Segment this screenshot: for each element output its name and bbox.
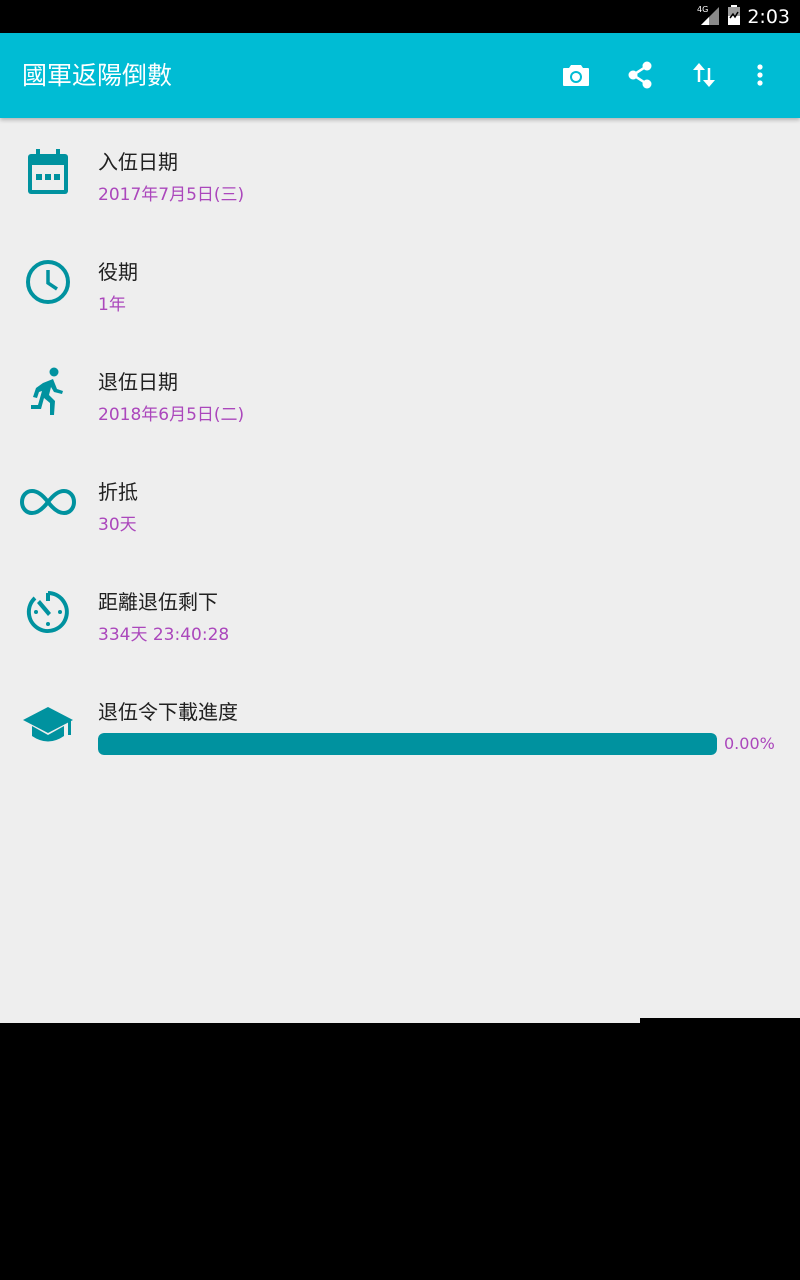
item-title: 退伍日期 [98,370,178,394]
item-value: 2017年7月5日(三) [98,185,245,205]
list-item-enlistment-date[interactable]: 入伍日期 2017年7月5日(三) [0,118,800,228]
timer-icon [20,584,76,640]
item-value: 30天 [98,515,137,535]
infinity-icon [20,474,76,530]
network-label: 4G [697,5,708,14]
list-item-offset[interactable]: 折抵 30天 [0,448,800,558]
camera-icon [563,65,589,86]
status-time: 2:03 [747,5,790,28]
list-item-time-remaining[interactable]: 距離退伍剩下 334天 23:40:28 [0,558,800,668]
item-value: 1年 [98,295,126,315]
item-title: 役期 [98,260,138,284]
item-title: 退伍令下載進度 [98,700,238,724]
screen-edge [640,1018,800,1030]
battery-icon [727,4,741,30]
screen: 4G 2:03 國軍返陽倒數 入伍日期 2017年7月5日(三) 役期 1年 退… [0,0,800,1280]
calendar-icon [20,144,76,200]
more-vert-icon [757,64,763,86]
graduation-cap-icon [20,698,76,754]
app-bar: 國軍返陽倒數 [0,33,800,118]
item-title: 距離退伍剩下 [98,590,218,614]
list-item-discharge-date[interactable]: 退伍日期 2018年6月5日(二) [0,338,800,448]
item-value: 334天 23:40:28 [98,625,230,645]
running-person-icon [20,364,76,420]
content-area: 入伍日期 2017年7月5日(三) 役期 1年 退伍日期 2018年6月5日(二… [0,118,800,1023]
item-title: 折抵 [98,480,138,504]
list-item-download-progress: 退伍令下載進度 [0,668,800,778]
download-progress-bar [98,733,717,755]
clock-icon [20,254,76,310]
more-options-button[interactable] [738,53,782,97]
signal-icon: 4G [697,4,721,30]
share-icon [628,61,652,89]
item-value: 2018年6月5日(二) [98,405,245,425]
swap-vertical-icon [693,63,715,87]
status-bar: 4G 2:03 [0,0,800,33]
camera-button[interactable] [554,53,598,97]
app-title: 國軍返陽倒數 [22,61,173,90]
share-button[interactable] [618,53,662,97]
item-title: 入伍日期 [98,150,178,174]
sort-button[interactable] [682,53,726,97]
list-item-service-term[interactable]: 役期 1年 [0,228,800,338]
progress-label: 0.00% [724,734,775,753]
progress-fill [98,733,717,755]
